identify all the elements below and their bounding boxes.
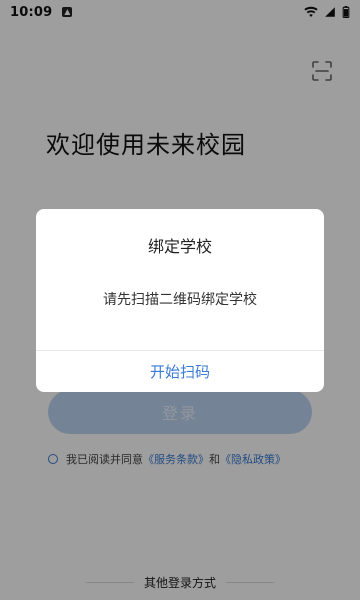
dialog-message: 请先扫描二维码绑定学校	[103, 292, 257, 308]
bind-school-dialog: 绑定学校 请先扫描二维码绑定学校 开始扫码	[36, 209, 324, 392]
start-scan-button[interactable]: 开始扫码	[36, 351, 324, 392]
dialog-title: 绑定学校	[147, 237, 212, 256]
